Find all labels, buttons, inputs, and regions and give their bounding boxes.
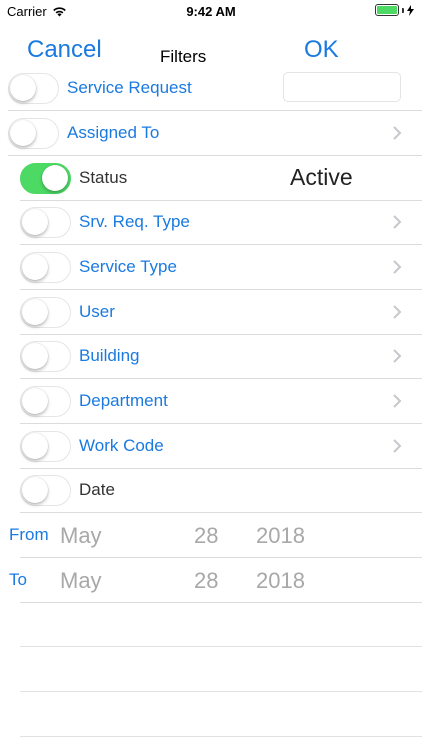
- battery-icon: [375, 4, 399, 16]
- chevron-right-icon: [393, 305, 402, 319]
- to-label: To: [9, 570, 27, 589]
- date-toggle[interactable]: [20, 475, 71, 506]
- filter-row-service-request: Service Request: [0, 66, 422, 111]
- service-request-toggle[interactable]: [8, 73, 59, 104]
- user-label: User: [79, 302, 115, 321]
- service-type-label: Service Type: [79, 257, 177, 276]
- assigned-to-label: Assigned To: [67, 123, 160, 142]
- filter-row-assigned-to[interactable]: Assigned To: [0, 111, 422, 156]
- date-from-row: From May 28 2018: [0, 513, 422, 558]
- status-toggle[interactable]: [20, 163, 71, 194]
- chevron-right-icon: [393, 394, 402, 408]
- to-day[interactable]: 28: [194, 568, 218, 594]
- assigned-to-toggle[interactable]: [8, 118, 59, 149]
- separator: [20, 736, 422, 737]
- date-to-row: To May 28 2018: [0, 558, 422, 603]
- to-month[interactable]: May: [60, 568, 102, 594]
- from-year[interactable]: 2018: [256, 523, 305, 549]
- filter-row-building[interactable]: Building: [0, 334, 422, 379]
- filter-row-user[interactable]: User: [0, 290, 422, 335]
- filter-row-service-type[interactable]: Service Type: [0, 245, 422, 290]
- from-label: From: [9, 525, 49, 544]
- page-title: Filters: [160, 47, 207, 66]
- filter-row-status: Status Active: [0, 156, 422, 201]
- battery-cap: [402, 7, 404, 13]
- chevron-right-icon: [393, 215, 402, 229]
- charging-bolt-icon: [407, 4, 414, 16]
- filter-row-date: Date: [0, 468, 422, 513]
- work-code-toggle[interactable]: [20, 431, 71, 462]
- chevron-right-icon: [393, 260, 402, 274]
- chevron-right-icon: [393, 439, 402, 453]
- filter-row-work-code[interactable]: Work Code: [0, 424, 422, 469]
- status-value[interactable]: Active: [290, 164, 353, 191]
- separator: [20, 646, 422, 647]
- filter-row-srv-req-type[interactable]: Srv. Req. Type: [0, 200, 422, 245]
- ok-button[interactable]: OK: [304, 36, 339, 64]
- department-label: Department: [79, 391, 168, 410]
- building-label: Building: [79, 346, 140, 365]
- building-toggle[interactable]: [20, 341, 71, 372]
- service-type-toggle[interactable]: [20, 252, 71, 283]
- srv-req-type-toggle[interactable]: [20, 207, 71, 238]
- navigation-bar: Cancel Filters OK: [0, 22, 422, 66]
- to-year[interactable]: 2018: [256, 568, 305, 594]
- from-month[interactable]: May: [60, 523, 102, 549]
- service-request-label: Service Request: [67, 78, 192, 97]
- to-date-picker[interactable]: May 28 2018: [52, 560, 324, 601]
- cancel-button[interactable]: Cancel: [27, 36, 102, 64]
- from-date-picker[interactable]: May 28 2018: [52, 515, 324, 556]
- service-request-input[interactable]: [283, 72, 401, 102]
- clock: 9:42 AM: [186, 4, 236, 19]
- from-day[interactable]: 28: [194, 523, 218, 549]
- status-bar: Carrier 9:42 AM: [0, 0, 422, 22]
- chevron-right-icon: [393, 126, 402, 140]
- srv-req-type-label: Srv. Req. Type: [79, 212, 190, 231]
- department-toggle[interactable]: [20, 386, 71, 417]
- status-label: Status: [79, 168, 128, 187]
- separator: [20, 691, 422, 692]
- user-toggle[interactable]: [20, 297, 71, 328]
- work-code-label: Work Code: [79, 436, 164, 455]
- filter-row-department[interactable]: Department: [0, 379, 422, 424]
- chevron-right-icon: [393, 349, 402, 363]
- date-label: Date: [79, 480, 115, 499]
